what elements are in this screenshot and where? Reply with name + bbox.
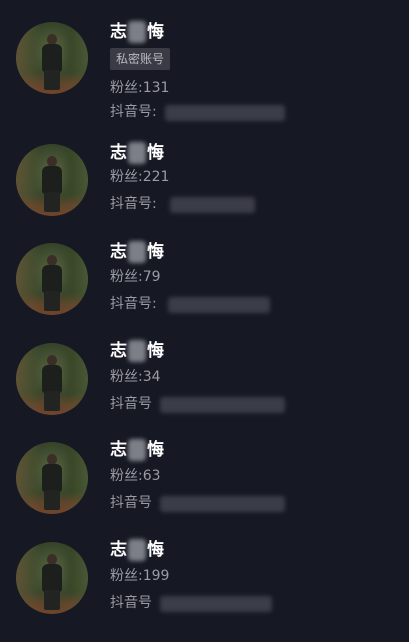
followers-label: 粉丝: [110,169,143,185]
username-last-char: 悔 [147,143,164,163]
redacted-douyin-id [168,297,270,313]
followers-label: 粉丝: [110,468,143,484]
user-result-item[interactable]: 志悔 粉丝:79 抖音号: [0,240,409,343]
username-first-char: 志 [110,143,127,163]
douyin-id-label: 抖音号: [110,296,157,312]
username[interactable]: 志悔 [110,339,164,363]
redacted-name-char [128,539,146,561]
user-result-item[interactable]: 志悔 粉丝:221 抖音号: [0,141,409,244]
username-last-char: 悔 [147,242,164,262]
followers-label: 粉丝: [110,80,143,96]
username-first-char: 志 [110,22,127,42]
followers-value: 79 [142,269,161,285]
username-last-char: 悔 [147,440,164,460]
redacted-name-char [128,340,146,362]
redacted-name-char [128,21,146,43]
douyin-id: 抖音号: [110,294,157,314]
followers-count: 粉丝:34 [110,367,161,387]
douyin-id: 抖音号: [110,102,157,122]
followers-label: 粉丝: [110,568,143,584]
followers-count: 粉丝:79 [110,267,161,287]
username-last-char: 悔 [147,341,164,361]
username[interactable]: 志悔 [110,20,164,44]
redacted-name-char [128,439,146,461]
followers-label: 粉丝: [110,369,143,385]
avatar[interactable] [16,144,88,216]
redacted-douyin-id [165,105,285,121]
redacted-douyin-id [160,496,285,512]
followers-count: 粉丝:131 [110,78,169,98]
followers-value: 34 [142,369,161,385]
douyin-id-label: 抖音号: [110,104,157,120]
user-result-item[interactable]: 志悔 粉丝:199 抖音号 [0,539,409,642]
username[interactable]: 志悔 [110,538,164,562]
avatar[interactable] [16,542,88,614]
redacted-douyin-id [170,197,255,213]
username-last-char: 悔 [147,22,164,42]
followers-count: 粉丝:199 [110,566,169,586]
username-last-char: 悔 [147,540,164,560]
followers-label: 粉丝: [110,269,143,285]
avatar[interactable] [16,343,88,415]
douyin-id: 抖音号: [110,194,157,214]
username-first-char: 志 [110,540,127,560]
user-result-item[interactable]: 志悔 私密账号 粉丝:131 抖音号: [0,20,409,122]
followers-value: 221 [142,169,170,185]
douyin-id-label: 抖音号 [110,396,152,412]
followers-value: 131 [142,80,170,96]
douyin-id: 抖音号 [110,493,152,513]
followers-count: 粉丝:221 [110,167,169,187]
redacted-name-char [128,241,146,263]
username[interactable]: 志悔 [110,240,164,264]
avatar[interactable] [16,22,88,94]
username-first-char: 志 [110,341,127,361]
username-first-char: 志 [110,242,127,262]
avatar[interactable] [16,442,88,514]
douyin-id-label: 抖音号: [110,196,157,212]
douyin-id: 抖音号 [110,593,152,613]
redacted-douyin-id [160,397,285,413]
redacted-douyin-id [160,596,272,612]
redacted-name-char [128,142,146,164]
followers-value: 63 [142,468,161,484]
user-result-list: 志悔 私密账号 粉丝:131 抖音号: 志悔 粉丝:221 抖音号: 志 悔 粉… [0,0,409,623]
avatar[interactable] [16,243,88,315]
douyin-id-label: 抖音号 [110,495,152,511]
followers-count: 粉丝:63 [110,466,161,486]
private-account-badge: 私密账号 [110,48,171,70]
followers-value: 199 [142,568,170,584]
douyin-id-label: 抖音号 [110,595,152,611]
user-result-item[interactable]: 志悔 粉丝:34 抖音号 [0,340,409,443]
user-result-item[interactable]: 志悔 粉丝:63 抖音号 [0,439,409,542]
username[interactable]: 志悔 [110,438,164,462]
username[interactable]: 志悔 [110,141,164,165]
username-first-char: 志 [110,440,127,460]
douyin-id: 抖音号 [110,394,152,414]
